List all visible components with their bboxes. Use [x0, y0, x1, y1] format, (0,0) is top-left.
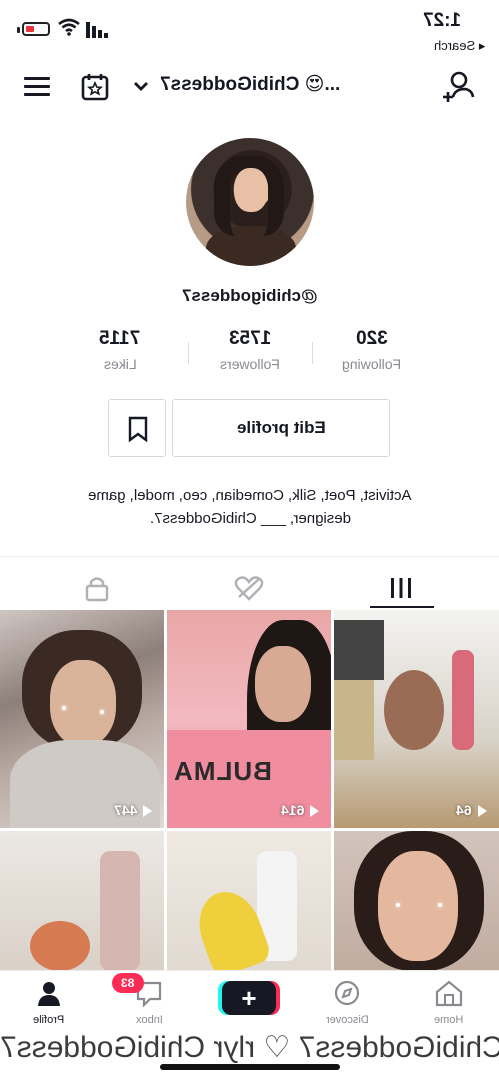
- compass-icon: [334, 980, 360, 1006]
- nav-discover[interactable]: Discover: [302, 979, 392, 1026]
- video-tile[interactable]: 447: [0, 610, 164, 828]
- battery-icon: [22, 22, 50, 36]
- active-tab-indicator: [370, 606, 434, 608]
- title-suffix: 😍...: [304, 74, 341, 95]
- likes-stat: 7115 Likes: [99, 328, 141, 372]
- calendar-star-icon[interactable]: [80, 72, 110, 102]
- tab-videos[interactable]: [318, 566, 484, 610]
- tab-liked[interactable]: [166, 566, 332, 610]
- favorites-button[interactable]: [108, 399, 166, 457]
- profile-bio: Activist, Poet, Silk, Comedian, ceo, mod…: [88, 487, 412, 527]
- back-to-search-link[interactable]: ◂ Search: [434, 38, 485, 54]
- hamburger-icon[interactable]: [24, 77, 50, 97]
- status-time: 1:27: [422, 10, 461, 31]
- home-icon: [435, 980, 463, 1007]
- following-stat[interactable]: 320 Following: [312, 328, 432, 372]
- nav-home[interactable]: Home: [404, 979, 494, 1026]
- followers-stat[interactable]: 1753 Followers: [190, 328, 310, 372]
- profile-stats: 7115 Likes 1753 Followers 320 Following: [60, 328, 440, 378]
- video-tile[interactable]: BULMA 614: [167, 610, 331, 828]
- video-grid: 447 BULMA 614 64: [0, 610, 499, 1049]
- profile-header: ChibiGoddess7 😍...: [0, 65, 499, 113]
- bookmark-icon: [128, 416, 148, 443]
- add-user-icon[interactable]: [441, 69, 475, 105]
- signal-icon: [86, 22, 108, 38]
- liked-heart-icon: [234, 576, 264, 601]
- profile-icon: [38, 982, 60, 1006]
- lock-icon: [85, 577, 109, 602]
- video-tile[interactable]: 64: [334, 610, 499, 828]
- battery-tip: [17, 27, 20, 33]
- inbox-badge: 83: [112, 973, 144, 993]
- account-title[interactable]: ChibiGoddess7 😍...: [160, 73, 340, 96]
- shirt-print: BULMA: [173, 756, 272, 786]
- home-indicator: [160, 1064, 340, 1070]
- tab-private[interactable]: [14, 566, 180, 610]
- create-button[interactable]: +: [222, 981, 276, 1015]
- grid-icon: [391, 578, 411, 598]
- nav-profile[interactable]: Profile: [4, 979, 94, 1026]
- view-count: 447: [0, 802, 164, 818]
- chevron-down-icon[interactable]: [132, 79, 150, 93]
- edit-profile-button[interactable]: Edit profile: [172, 399, 390, 457]
- view-count: 64: [334, 802, 499, 818]
- avatar[interactable]: [186, 138, 314, 266]
- username: @chibigoddess7: [181, 286, 318, 305]
- wifi-icon: [58, 18, 80, 36]
- status-bar: 1:27 ◂ Search: [0, 0, 499, 60]
- view-count: 614: [167, 802, 331, 818]
